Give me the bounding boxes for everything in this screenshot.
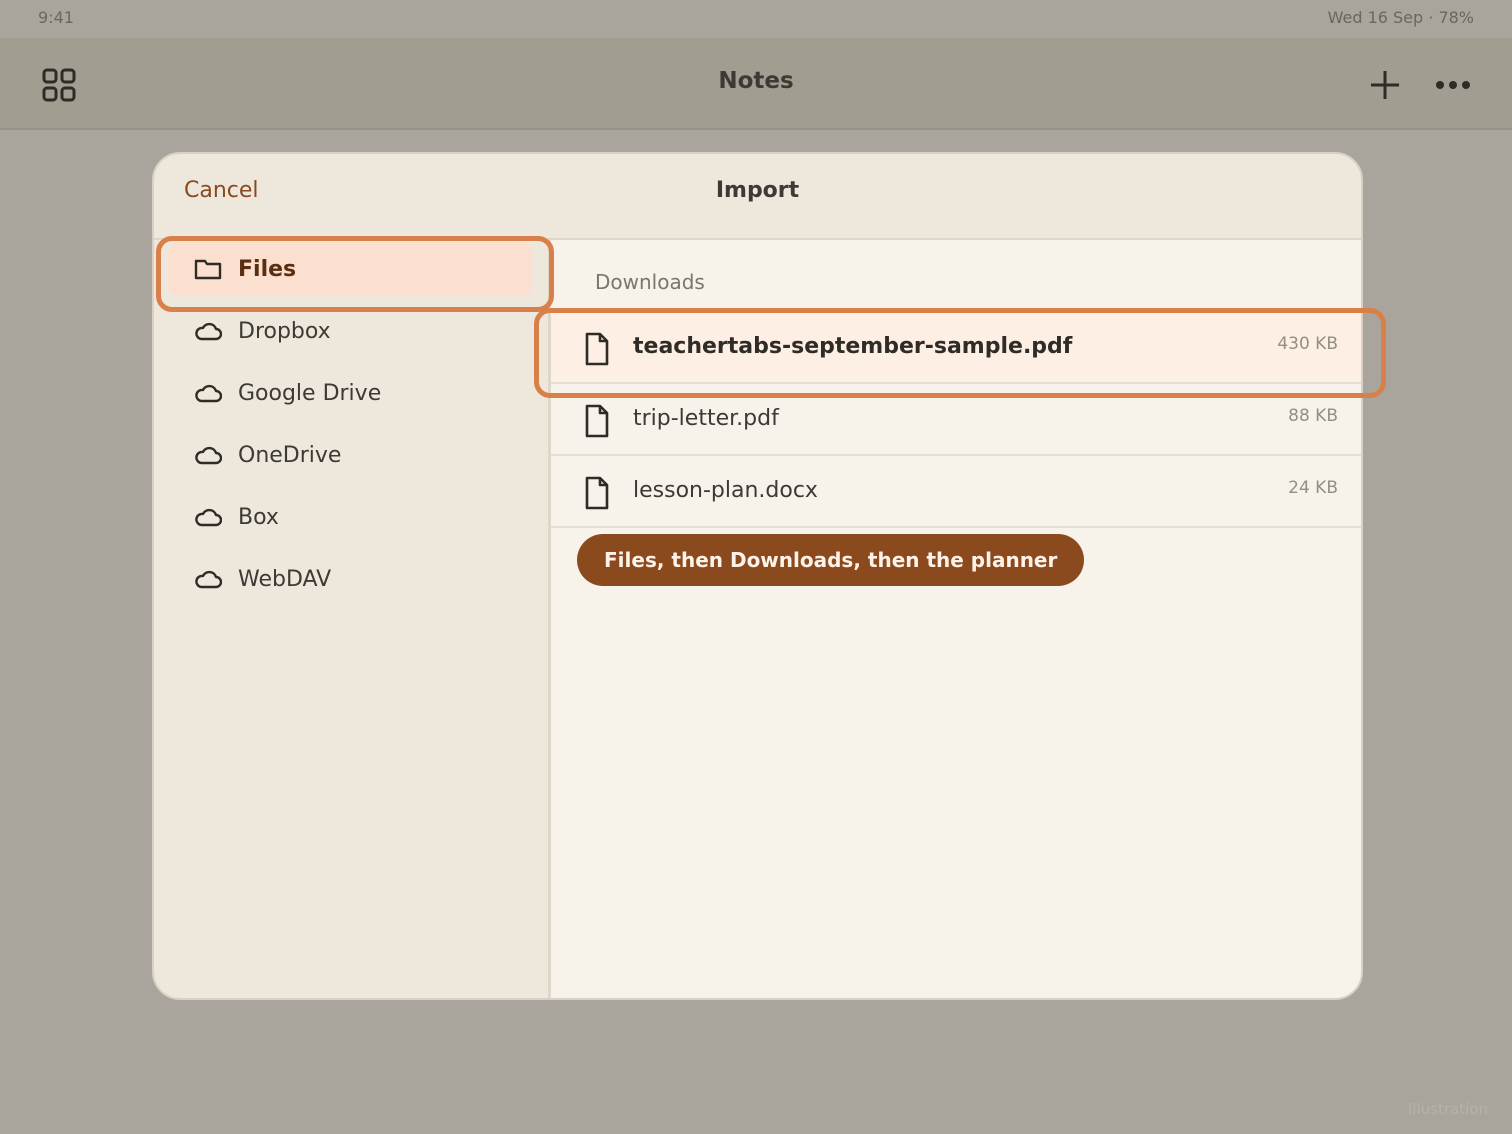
source-label: Files <box>238 256 297 282</box>
folder-label: Downloads <box>595 270 705 294</box>
status-bar: 9:41 Wed 16 Sep · 78% <box>0 0 1512 38</box>
cloud-icon <box>194 565 222 593</box>
folder-icon <box>194 255 222 283</box>
file-name: lesson-plan.docx <box>633 478 818 503</box>
source-item-webdav[interactable]: WebDAV <box>168 552 532 606</box>
add-button[interactable] <box>1362 62 1408 108</box>
source-item-files[interactable]: Files <box>168 242 532 296</box>
file-row[interactable]: trip-letter.pdf 88 KB <box>551 384 1361 456</box>
import-sheet: Cancel Import Files Dropbox Google Drive <box>152 152 1363 1000</box>
app-toolbar: Notes <box>0 38 1512 130</box>
watermark: Illustration <box>1407 1100 1488 1118</box>
document-icon <box>585 404 609 438</box>
file-name: teachertabs-september-sample.pdf <box>633 334 1073 359</box>
import-source-list: Files Dropbox Google Drive OneDrive Box <box>154 240 548 998</box>
sheet-title: Import <box>715 178 800 203</box>
status-time: 9:41 <box>38 8 74 27</box>
source-label: OneDrive <box>238 442 342 468</box>
cloud-icon <box>194 503 222 531</box>
source-label: Google Drive <box>238 380 382 406</box>
file-size: 24 KB <box>1288 478 1338 498</box>
file-size: 430 KB <box>1277 334 1338 354</box>
cloud-icon <box>194 379 222 407</box>
source-item-onedrive[interactable]: OneDrive <box>168 428 532 482</box>
cloud-icon <box>194 441 222 469</box>
file-name: trip-letter.pdf <box>633 406 779 431</box>
source-item-box[interactable]: Box <box>168 490 532 544</box>
source-label: WebDAV <box>238 566 332 592</box>
more-options-button[interactable] <box>1430 62 1476 108</box>
source-item-google-drive[interactable]: Google Drive <box>168 366 532 420</box>
source-item-dropbox[interactable]: Dropbox <box>168 304 532 358</box>
file-row[interactable]: lesson-plan.docx 24 KB <box>551 456 1361 528</box>
cloud-icon <box>194 317 222 345</box>
sheet-header: Cancel Import <box>154 154 1361 240</box>
source-label: Dropbox <box>238 318 331 344</box>
plus-icon <box>1371 71 1399 99</box>
file-size: 88 KB <box>1288 406 1338 426</box>
file-browser: Downloads teachertabs-september-sample.p… <box>548 240 1361 998</box>
source-label: Box <box>238 504 279 530</box>
document-icon <box>585 332 609 366</box>
status-date-battery: Wed 16 Sep · 78% <box>1327 8 1474 27</box>
ellipsis-icon <box>1436 81 1470 89</box>
hint-callout: Files, then Downloads, then the planner <box>577 534 1085 586</box>
page-title: Notes <box>718 68 794 94</box>
file-row[interactable]: teachertabs-september-sample.pdf 430 KB <box>551 312 1361 384</box>
document-icon <box>585 476 609 510</box>
